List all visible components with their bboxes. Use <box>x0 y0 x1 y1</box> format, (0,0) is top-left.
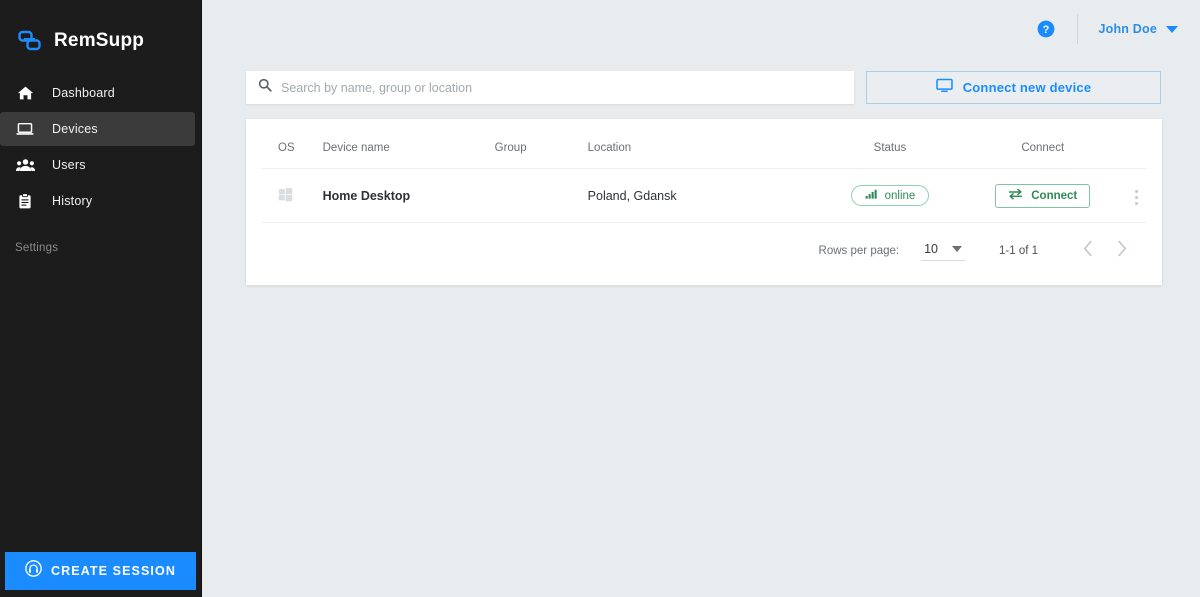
main-content: ? John Doe Search by name, group or loca… <box>202 0 1200 597</box>
people-icon <box>12 155 38 175</box>
headset-icon <box>25 560 42 582</box>
toolbar: Connect new device <box>202 58 1200 104</box>
monitor-icon <box>935 78 953 98</box>
pagination: Rows per page: 10 1-1 of 1 <box>262 223 1146 285</box>
topbar: ? John Doe <box>202 0 1200 58</box>
devices-table: OS Device name Group Location Status Con… <box>262 119 1146 223</box>
transfer-arrows-icon <box>1008 188 1023 203</box>
sidebar-item-label: Dashboard <box>52 86 115 100</box>
cell-os <box>262 168 323 223</box>
chevron-down-icon <box>1166 25 1178 33</box>
status-label: online <box>884 189 916 202</box>
brand[interactable]: RemSupp <box>0 0 201 62</box>
kebab-dot <box>1135 202 1138 205</box>
kebab-menu-icon[interactable] <box>1127 186 1146 209</box>
connect-button[interactable]: Connect <box>995 183 1091 208</box>
laptop-icon <box>12 119 38 139</box>
topbar-divider <box>1077 14 1079 44</box>
sidebar-item-users[interactable]: Users <box>0 148 195 182</box>
home-icon <box>12 83 38 103</box>
signal-bars-icon <box>865 189 878 202</box>
svg-text:?: ? <box>1043 24 1050 36</box>
rows-per-page-label: Rows per page: <box>818 245 900 257</box>
cell-status: online <box>801 168 979 223</box>
prev-page-button[interactable] <box>1072 239 1105 263</box>
cell-location: Poland, Gdansk <box>587 168 802 223</box>
table-row[interactable]: Home Desktop Poland, Gdansk online Conne… <box>262 168 1146 223</box>
column-header-group: Group <box>494 119 588 169</box>
search-box[interactable] <box>246 71 854 104</box>
connect-new-device-button[interactable]: Connect new device <box>866 71 1161 104</box>
column-header-os: OS <box>262 119 323 169</box>
rows-per-page-value: 10 <box>924 241 938 256</box>
create-session-button[interactable]: CREATE SESSION <box>5 552 196 590</box>
devices-card: OS Device name Group Location Status Con… <box>246 119 1162 285</box>
sidebar-item-devices[interactable]: Devices <box>0 112 195 146</box>
rows-per-page-select[interactable]: 10 <box>921 242 965 261</box>
page-range-label: 1-1 of 1 <box>999 245 1038 257</box>
chevron-down-icon <box>952 245 962 252</box>
sidebar-section-settings[interactable]: Settings <box>0 220 201 254</box>
help-circle-icon[interactable]: ? <box>1037 20 1055 38</box>
column-header-location: Location <box>587 119 802 169</box>
user-name: John Doe <box>1098 22 1157 36</box>
search-input[interactable] <box>281 80 842 95</box>
column-header-actions <box>1106 119 1146 169</box>
sidebar: RemSupp Dashboard Devices Users History … <box>0 0 202 597</box>
windows-icon <box>278 187 293 205</box>
table-body: Home Desktop Poland, Gdansk online Conne… <box>262 168 1146 223</box>
cell-device-name: Home Desktop <box>322 168 495 223</box>
user-menu[interactable]: John Doe <box>1098 22 1178 36</box>
column-header-status: Status <box>801 119 979 169</box>
sidebar-item-label: Devices <box>52 122 98 136</box>
brand-name: RemSupp <box>54 30 145 51</box>
kebab-dot <box>1135 196 1138 199</box>
cell-actions <box>1106 168 1146 223</box>
sidebar-item-label: History <box>52 194 93 208</box>
column-header-connect: Connect <box>978 119 1107 169</box>
table-header-row: OS Device name Group Location Status Con… <box>262 119 1146 169</box>
create-session-label: CREATE SESSION <box>51 564 176 578</box>
next-page-button[interactable] <box>1105 239 1138 263</box>
cell-connect: Connect <box>978 168 1107 223</box>
table-header: OS Device name Group Location Status Con… <box>262 119 1146 169</box>
connect-new-device-label: Connect new device <box>962 80 1092 95</box>
status-badge: online <box>850 185 930 206</box>
sidebar-item-dashboard[interactable]: Dashboard <box>0 76 195 110</box>
column-header-device-name: Device name <box>322 119 495 169</box>
kebab-dot <box>1135 190 1138 193</box>
sidebar-nav: Dashboard Devices Users History Settings <box>0 76 201 254</box>
connect-button-label: Connect <box>1031 189 1078 202</box>
search-icon <box>258 78 272 97</box>
sidebar-item-history[interactable]: History <box>0 184 195 218</box>
app-root: RemSupp Dashboard Devices Users History … <box>0 0 1200 597</box>
clipboard-icon <box>12 191 38 211</box>
sidebar-item-label: Users <box>52 158 86 172</box>
cell-group <box>494 168 588 223</box>
link-chain-icon <box>18 30 44 52</box>
